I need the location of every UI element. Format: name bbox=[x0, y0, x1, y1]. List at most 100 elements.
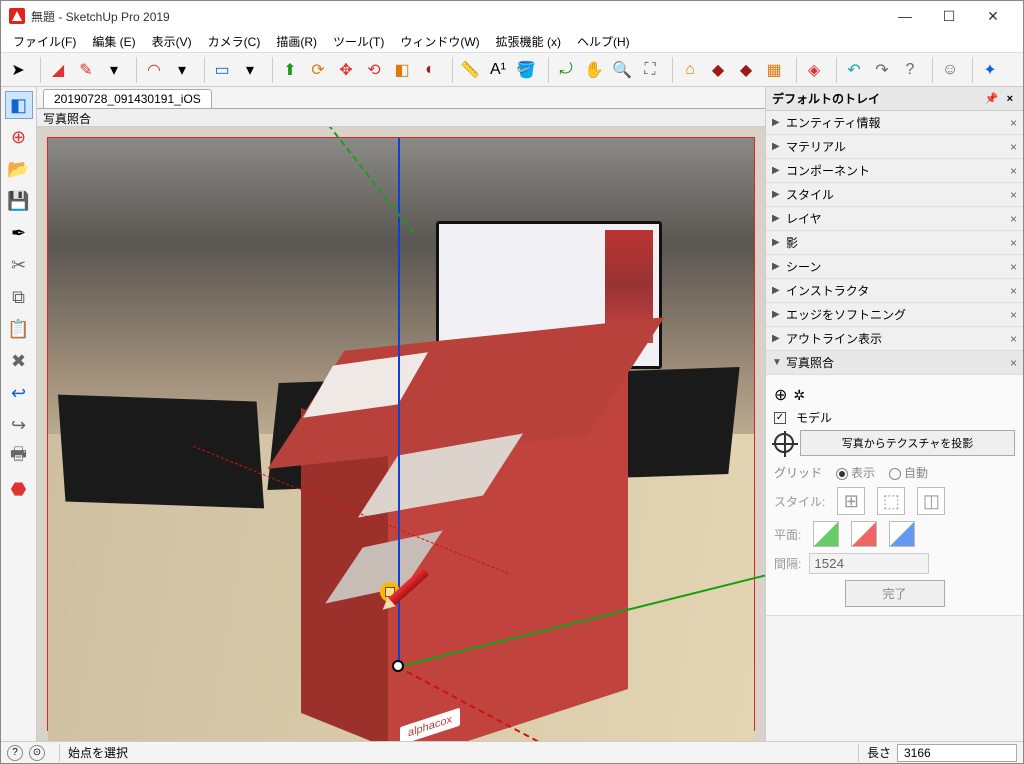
model-checkbox[interactable] bbox=[774, 412, 786, 424]
zoom-tool-icon[interactable]: 🔍 bbox=[609, 57, 635, 83]
spacing-input[interactable] bbox=[809, 553, 929, 574]
warehouse-icon[interactable]: ⌂ bbox=[677, 57, 703, 83]
orbit-tool-icon[interactable]: ⤾ bbox=[553, 57, 579, 83]
panel-close-icon[interactable]: × bbox=[1010, 164, 1017, 178]
menu-edit[interactable]: 編集 (E) bbox=[84, 31, 143, 52]
panel-close-icon[interactable]: × bbox=[1010, 356, 1017, 370]
plane-option-green-icon[interactable] bbox=[813, 521, 839, 547]
pan-tool-icon[interactable]: ✋ bbox=[581, 57, 607, 83]
panel-close-icon[interactable]: × bbox=[1010, 188, 1017, 202]
panel-style[interactable]: ▶スタイル× bbox=[766, 183, 1023, 207]
panel-matchphoto[interactable]: ▼写真照合× bbox=[766, 351, 1023, 375]
save-icon[interactable]: 💾 bbox=[5, 187, 33, 215]
help-icon[interactable]: ? bbox=[897, 57, 923, 83]
close-button[interactable]: ✕ bbox=[971, 2, 1015, 30]
panel-material[interactable]: ▶マテリアル× bbox=[766, 135, 1023, 159]
panel-layer[interactable]: ▶レイヤ× bbox=[766, 207, 1023, 231]
menu-file[interactable]: ファイル(F) bbox=[5, 31, 84, 52]
user-icon[interactable]: ☺ bbox=[937, 57, 963, 83]
pencil-dropdown-icon[interactable]: ▾ bbox=[101, 57, 127, 83]
axis-green-dashed[interactable] bbox=[221, 127, 413, 234]
layout-icon[interactable]: ▦ bbox=[761, 57, 787, 83]
scene-tab[interactable]: 20190728_091430191_iOS bbox=[43, 89, 212, 108]
zoom-extents-icon[interactable]: ⛶ bbox=[637, 57, 663, 83]
panel-instructor[interactable]: ▶インストラクタ× bbox=[766, 279, 1023, 303]
panel-close-icon[interactable]: × bbox=[1010, 140, 1017, 154]
open-icon[interactable]: 📂 bbox=[5, 155, 33, 183]
matchphoto-tool-icon[interactable]: ◧ bbox=[5, 91, 33, 119]
arc-tool-icon[interactable]: ◠ bbox=[141, 57, 167, 83]
plugin-icon[interactable]: ✦ bbox=[977, 57, 1003, 83]
add-photo-icon[interactable]: ⊕ bbox=[774, 385, 787, 405]
settings-gear-icon[interactable]: ✲ bbox=[793, 387, 805, 404]
viewport[interactable] bbox=[37, 127, 765, 741]
scale-tool-icon[interactable]: ◧ bbox=[389, 57, 415, 83]
print-icon[interactable]: 🖶 bbox=[5, 443, 33, 471]
status-geo-icon[interactable]: ⊙ bbox=[29, 745, 45, 761]
pen-icon[interactable]: ✒ bbox=[5, 219, 33, 247]
style-option-3-icon[interactable]: ◫ bbox=[917, 487, 945, 515]
panel-close-icon[interactable]: × bbox=[1010, 332, 1017, 346]
panel-entity-info[interactable]: ▶エンティティ情報× bbox=[766, 111, 1023, 135]
rect-dropdown-icon[interactable]: ▾ bbox=[237, 57, 263, 83]
panel-close-icon[interactable]: × bbox=[1010, 260, 1017, 274]
project-texture-button[interactable]: 写真からテクスチャを投影 bbox=[800, 430, 1015, 456]
done-button[interactable]: 完了 bbox=[845, 580, 945, 607]
panel-close-icon[interactable]: × bbox=[1010, 308, 1017, 322]
status-info-icon[interactable]: ? bbox=[7, 745, 23, 761]
axis-origin[interactable] bbox=[392, 660, 404, 672]
pin-icon[interactable]: 📌 bbox=[985, 92, 999, 105]
move-tool-icon[interactable]: ✥ bbox=[333, 57, 359, 83]
eraser-tool-icon[interactable]: ◢ bbox=[45, 57, 71, 83]
back-icon[interactable]: ↩ bbox=[5, 379, 33, 407]
grid-auto-radio[interactable] bbox=[889, 468, 901, 480]
tray-title[interactable]: デフォルトのトレイ 📌 × bbox=[766, 87, 1023, 111]
maximize-button[interactable]: ☐ bbox=[927, 2, 971, 30]
style-option-1-icon[interactable]: ⊞ bbox=[837, 487, 865, 515]
rectangle-tool-icon[interactable]: ▭ bbox=[209, 57, 235, 83]
panel-close-icon[interactable]: × bbox=[1010, 284, 1017, 298]
followme-tool-icon[interactable]: ◐ bbox=[417, 57, 443, 83]
redo-icon[interactable]: ↷ bbox=[869, 57, 895, 83]
minimize-button[interactable]: — bbox=[883, 2, 927, 30]
select-tool-icon[interactable]: ➤ bbox=[5, 57, 31, 83]
paste-icon[interactable]: 📋 bbox=[5, 315, 33, 343]
panel-shadow[interactable]: ▶影× bbox=[766, 231, 1023, 255]
panel-outliner[interactable]: ▶アウトライン表示× bbox=[766, 327, 1023, 351]
length-field[interactable]: 3166 bbox=[897, 744, 1017, 762]
ruby-icon[interactable]: ◈ bbox=[801, 57, 827, 83]
rotate-tool-icon[interactable]: ⟲ bbox=[361, 57, 387, 83]
delete-icon[interactable]: ✖ bbox=[5, 347, 33, 375]
panel-close-icon[interactable]: × bbox=[1010, 212, 1017, 226]
menu-tool[interactable]: ツール(T) bbox=[325, 31, 392, 52]
panel-close-icon[interactable]: × bbox=[1010, 116, 1017, 130]
pushpull-tool-icon[interactable]: ⬆ bbox=[277, 57, 303, 83]
panel-component[interactable]: ▶コンポーネント× bbox=[766, 159, 1023, 183]
grid-display-radio[interactable] bbox=[836, 468, 848, 480]
panel-close-icon[interactable]: × bbox=[1010, 236, 1017, 250]
panel-scene[interactable]: ▶シーン× bbox=[766, 255, 1023, 279]
menu-camera[interactable]: カメラ(C) bbox=[200, 31, 269, 52]
plane-option-red-icon[interactable] bbox=[851, 521, 877, 547]
offset-tool-icon[interactable]: ⟳ bbox=[305, 57, 331, 83]
undo-icon[interactable]: ↶ bbox=[841, 57, 867, 83]
arc-dropdown-icon[interactable]: ▾ bbox=[169, 57, 195, 83]
menu-extensions[interactable]: 拡張機能 (x) bbox=[488, 31, 569, 52]
tape-tool-icon[interactable]: 📏 bbox=[457, 57, 483, 83]
cut-icon[interactable]: ✂ bbox=[5, 251, 33, 279]
plane-option-blue-icon[interactable] bbox=[889, 521, 915, 547]
extensions2-icon[interactable]: ◆ bbox=[733, 57, 759, 83]
menu-help[interactable]: ヘルプ(H) bbox=[569, 31, 638, 52]
menu-view[interactable]: 表示(V) bbox=[144, 31, 200, 52]
paint-tool-icon[interactable]: 🪣 bbox=[513, 57, 539, 83]
menu-draw[interactable]: 描画(R) bbox=[268, 31, 325, 52]
text-tool-icon[interactable]: A¹ bbox=[485, 57, 511, 83]
target-icon[interactable] bbox=[774, 433, 794, 453]
extensions1-icon[interactable]: ◆ bbox=[705, 57, 731, 83]
forward-icon[interactable]: ↪ bbox=[5, 411, 33, 439]
model-icon[interactable]: ⬣ bbox=[5, 475, 33, 503]
style-option-2-icon[interactable]: ⬚ bbox=[877, 487, 905, 515]
tray-close-icon[interactable]: × bbox=[1007, 93, 1013, 105]
panel-soften[interactable]: ▶エッジをソフトニング× bbox=[766, 303, 1023, 327]
newphoto-icon[interactable]: ⊕ bbox=[5, 123, 33, 151]
